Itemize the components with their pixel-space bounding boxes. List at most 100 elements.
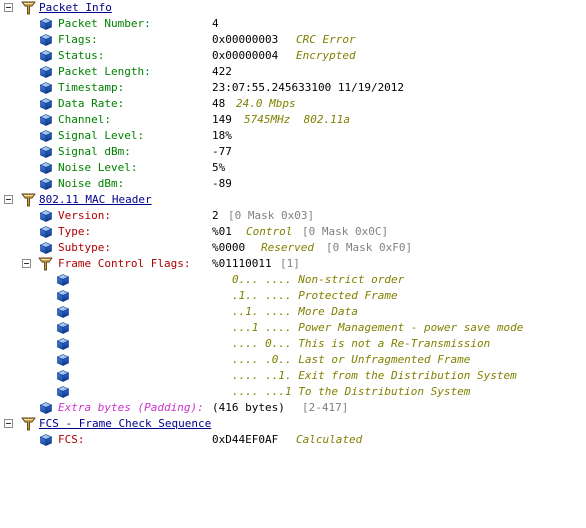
field-cube-icon — [40, 402, 52, 414]
field-note: Calculated — [296, 433, 363, 446]
field-mask: [0 Mask 0x0C] — [302, 225, 389, 238]
field-value: 0xD44EF0AF — [212, 433, 279, 446]
field-row[interactable]: Noise Level: 5% — [0, 160, 586, 176]
collapse-toggle-icon[interactable] — [4, 3, 13, 12]
field-value: %01110011 — [212, 257, 272, 270]
field-row[interactable]: Timestamp: 23:07:55.245633100 11/19/2012 — [0, 80, 586, 96]
field-cube-icon — [40, 66, 52, 78]
field-row-extra-bytes[interactable]: Extra bytes (Padding): (416 bytes) [2-41… — [0, 400, 586, 416]
bit-row[interactable]: .... ...1 To the Distribution System — [0, 384, 586, 400]
field-cube-icon — [40, 114, 52, 126]
field-label: Packet Number: — [58, 17, 151, 30]
bit-row[interactable]: ..1. .... More Data — [0, 304, 586, 320]
field-value: -77 — [212, 145, 232, 158]
field-label: Channel: — [58, 113, 111, 126]
field-label: Data Rate: — [58, 97, 125, 110]
bit-cube-icon — [57, 370, 69, 382]
section-title[interactable]: Packet Info — [39, 0, 112, 16]
field-value: 2 — [212, 209, 219, 222]
field-cube-icon — [40, 210, 52, 222]
bit-cube-icon — [57, 386, 69, 398]
field-row[interactable]: Packet Length: 422 — [0, 64, 586, 80]
field-value: 149 — [212, 113, 232, 126]
bit-cube-icon — [57, 274, 69, 286]
field-row[interactable]: Status: 0x00000004 Encrypted — [0, 48, 586, 64]
field-cube-icon — [40, 178, 52, 190]
field-mask: [2-417] — [302, 401, 349, 414]
field-cube-icon — [40, 130, 52, 142]
field-cube-icon — [40, 82, 52, 94]
field-row-version[interactable]: Version: 2 [0 Mask 0x03] — [0, 208, 586, 224]
collapse-toggle-icon[interactable] — [4, 195, 13, 204]
bit-description: .... ..1. Exit from the Distribution Sys… — [232, 369, 517, 382]
bit-description: 0... .... Non-strict order — [232, 273, 405, 286]
field-label: Extra bytes (Padding): — [58, 401, 204, 414]
field-cube-icon — [40, 146, 52, 158]
field-cube-icon — [40, 162, 52, 174]
collapse-toggle-icon[interactable] — [22, 259, 31, 268]
field-cube-icon — [40, 434, 52, 446]
section-title[interactable]: 802.11 MAC Header — [39, 192, 152, 208]
field-label: Frame Control Flags: — [58, 257, 191, 270]
section-mac-header[interactable]: 802.11 MAC Header — [0, 192, 586, 208]
field-cube-icon — [40, 50, 52, 62]
field-value: 0x00000004 — [212, 49, 279, 62]
bit-row[interactable]: .... .0.. Last or Unfragmented Frame — [0, 352, 586, 368]
bit-cube-icon — [57, 306, 69, 318]
section-packet-info[interactable]: Packet Info — [0, 0, 586, 16]
field-cube-icon — [40, 226, 52, 238]
field-label: Version: — [58, 209, 111, 222]
field-label: Signal Level: — [58, 129, 145, 142]
section-title[interactable]: FCS - Frame Check Sequence — [39, 416, 211, 432]
frame-control-icon — [38, 257, 53, 271]
field-label: Noise dBm: — [58, 177, 125, 190]
bit-row[interactable]: .... ..1. Exit from the Distribution Sys… — [0, 368, 586, 384]
bit-description: .1.. .... Protected Frame — [232, 289, 398, 302]
field-note: 24.0 Mbps — [236, 97, 296, 110]
field-row-type[interactable]: Type: %01 Control [0 Mask 0x0C] — [0, 224, 586, 240]
field-value: 0x00000003 — [212, 33, 279, 46]
bit-cube-icon — [57, 338, 69, 350]
field-label: Status: — [58, 49, 105, 62]
field-label: Signal dBm: — [58, 145, 131, 158]
field-mask: [0 Mask 0x03] — [228, 209, 315, 222]
field-row-subtype[interactable]: Subtype: %0000 Reserved [0 Mask 0xF0] — [0, 240, 586, 256]
field-value: (416 bytes) — [212, 401, 285, 414]
collapse-toggle-icon[interactable] — [4, 419, 13, 428]
mac-header-icon — [21, 193, 36, 207]
field-note: Encrypted — [296, 49, 356, 62]
bit-row[interactable]: 0... .... Non-strict order — [0, 272, 586, 288]
field-note: Reserved — [261, 241, 314, 254]
bit-row[interactable]: .1.. .... Protected Frame — [0, 288, 586, 304]
field-row[interactable]: Channel: 149 5745MHz 802.11a — [0, 112, 586, 128]
field-value: 23:07:55.245633100 11/19/2012 — [212, 81, 405, 94]
bit-row[interactable]: .... 0... This is not a Re-Transmission — [0, 336, 586, 352]
field-label: Packet Length: — [58, 65, 151, 78]
bit-description: ...1 .... Power Management - power save … — [232, 321, 524, 334]
field-value: 48 — [212, 97, 226, 110]
field-mask: [1] — [280, 257, 300, 270]
field-label: Noise Level: — [58, 161, 138, 174]
field-row[interactable]: Signal Level: 18% — [0, 128, 586, 144]
bit-cube-icon — [57, 354, 69, 366]
field-cube-icon — [40, 34, 52, 46]
field-label: FCS: — [58, 433, 85, 446]
bit-description: .... .0.. Last or Unfragmented Frame — [232, 353, 471, 366]
field-row[interactable]: Data Rate: 48 24.0 Mbps — [0, 96, 586, 112]
field-row[interactable]: Packet Number: 4 — [0, 16, 586, 32]
field-label: Flags: — [58, 33, 98, 46]
packet-info-icon — [21, 1, 36, 15]
field-row[interactable]: Noise dBm: -89 — [0, 176, 586, 192]
field-label: Subtype: — [58, 241, 111, 254]
field-row-fcs[interactable]: FCS: 0xD44EF0AF Calculated — [0, 432, 586, 448]
field-mask: [0 Mask 0xF0] — [326, 241, 413, 254]
field-note: 5745MHz 802.11a — [244, 113, 350, 126]
field-row-frame-control[interactable]: Frame Control Flags: %01110011 [1] — [0, 256, 586, 272]
field-value: %0000 — [212, 241, 246, 254]
field-row[interactable]: Flags: 0x00000003 CRC Error — [0, 32, 586, 48]
bit-row[interactable]: ...1 .... Power Management - power save … — [0, 320, 586, 336]
field-cube-icon — [40, 98, 52, 110]
section-fcs[interactable]: FCS - Frame Check Sequence — [0, 416, 586, 432]
field-row[interactable]: Signal dBm: -77 — [0, 144, 586, 160]
field-note: Control — [246, 225, 293, 238]
